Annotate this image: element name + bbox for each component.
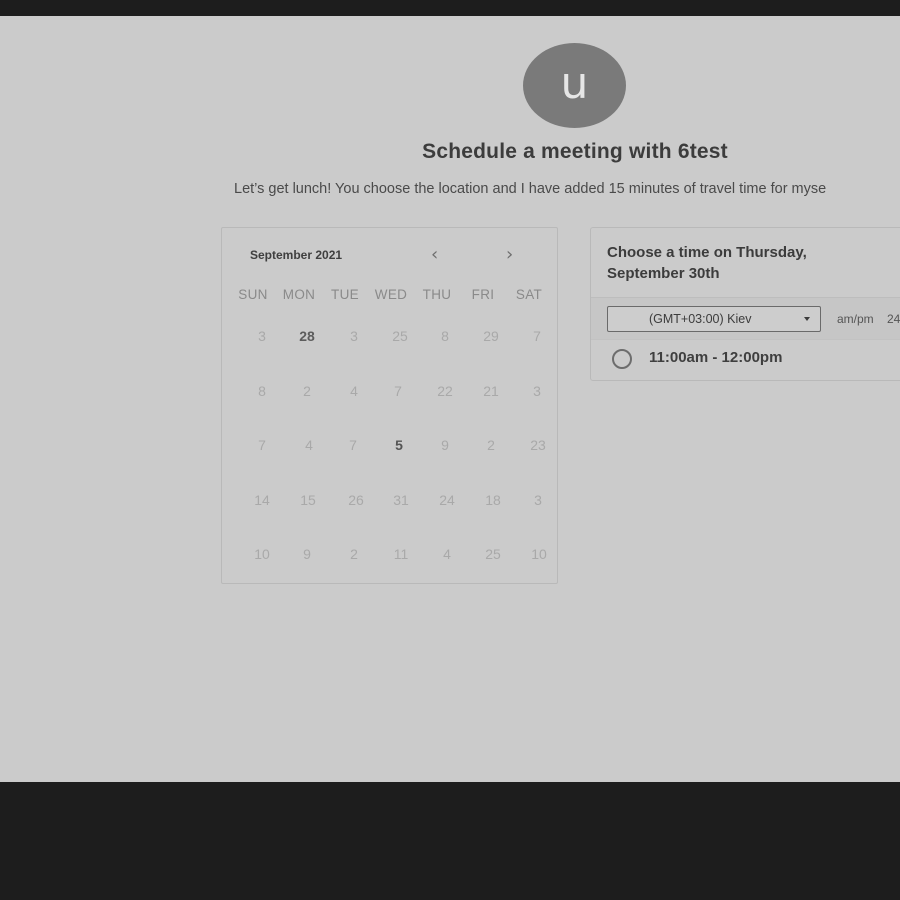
time-slot[interactable]: 11:00am - 12:00pm	[591, 339, 900, 380]
chevron-left-icon[interactable]: ‹	[431, 246, 438, 264]
calendar-day: 25	[392, 328, 408, 344]
weekday-header: SUN	[238, 287, 268, 302]
calendar-day: 9	[303, 546, 311, 562]
calendar-month-label: September 2021	[250, 248, 343, 262]
calendar-day: 14	[254, 492, 270, 508]
timezone-value: (GMT+03:00) Kiev	[649, 312, 752, 326]
calendar-day: 11	[393, 546, 409, 562]
weekday-header: TUE	[331, 287, 359, 302]
calendar-day: 3	[533, 383, 541, 399]
weekday-header: SAT	[515, 287, 543, 302]
calendar-day: 2	[303, 383, 311, 399]
calendar-day: 25	[485, 546, 501, 562]
scheduling-page: u Schedule a meeting with 6test Let’s ge…	[0, 16, 900, 782]
calendar-day: 7	[258, 437, 266, 453]
calendar-day: 3	[258, 328, 266, 344]
calendar-day: 10	[531, 546, 547, 562]
calendar-day: 2	[350, 546, 358, 562]
calendar-day: 8	[258, 383, 266, 399]
timezone-select[interactable]: (GMT+03:00) Kiev	[607, 306, 821, 332]
calendar-day: 29	[483, 328, 499, 344]
radio-button[interactable]	[612, 349, 632, 369]
top-frame-bar	[0, 0, 900, 16]
calendar-day: 15	[300, 492, 316, 508]
time-picker: Choose a time on Thursday, September 30t…	[590, 227, 900, 381]
calendar-day[interactable]: 5	[376, 437, 422, 453]
calendar-day: 7	[349, 437, 357, 453]
calendar-day: 4	[443, 546, 451, 562]
calendar-day: 10	[254, 546, 270, 562]
weekday-header: FRI	[471, 287, 495, 302]
weekday-header: MON	[282, 287, 316, 302]
page-title: Schedule a meeting with 6test	[422, 140, 728, 163]
calendar-day: 21	[483, 383, 499, 399]
calendar-day: 24	[439, 492, 455, 508]
weekday-header: WED	[374, 287, 408, 302]
time-slot-label: 11:00am - 12:00pm	[649, 349, 783, 366]
calendar-day: 23	[530, 437, 546, 453]
bottom-frame-bar	[0, 782, 900, 900]
calendar-day: 7	[394, 383, 402, 399]
timezone-row: (GMT+03:00) Kiev am/pm 24	[591, 297, 900, 339]
format-24h-toggle[interactable]: 24	[887, 312, 900, 326]
calendar-day: 22	[437, 383, 453, 399]
calendar-day[interactable]: 28	[284, 328, 330, 344]
calendar-day: 3	[534, 492, 542, 508]
calendar-day: 31	[393, 492, 409, 508]
caret-down-icon	[804, 317, 810, 321]
calendar-day: 3	[350, 328, 358, 344]
meeting-description: Let’s get lunch! You choose the location…	[234, 181, 827, 197]
avatar-letter: u	[560, 57, 589, 109]
format-ampm-toggle[interactable]: am/pm	[837, 312, 874, 326]
calendar-day: 9	[441, 437, 449, 453]
time-picker-heading: Choose a time on Thursday, September 30t…	[607, 244, 807, 282]
calendar-day: 18	[485, 492, 501, 508]
calendar-day: 8	[441, 328, 449, 344]
calendar-day: 4	[350, 383, 358, 399]
calendar-day: 26	[348, 492, 364, 508]
calendar: September 2021 ‹ › SUN MON TUE WED THU F…	[221, 227, 558, 584]
host-avatar: u	[523, 43, 626, 128]
calendar-day: 7	[533, 328, 541, 344]
chevron-right-icon[interactable]: ›	[506, 246, 513, 264]
calendar-day: 4	[305, 437, 313, 453]
weekday-header: THU	[422, 287, 452, 302]
calendar-day: 2	[487, 437, 495, 453]
